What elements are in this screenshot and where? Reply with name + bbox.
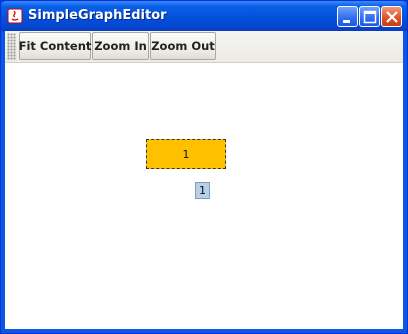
close-button[interactable] [381, 6, 402, 27]
toolbar: Fit Content Zoom In Zoom Out [5, 31, 403, 63]
toolbar-grip[interactable] [7, 33, 16, 60]
maximize-icon [363, 10, 377, 24]
window-bottom-border [1, 329, 407, 333]
app-window: SimpleGraphEditor Fit Content Zoom In Zo… [0, 0, 408, 334]
fit-content-button[interactable]: Fit Content [19, 32, 91, 60]
minimize-icon [343, 20, 350, 23]
close-icon [386, 11, 398, 23]
minimize-button[interactable] [337, 6, 358, 27]
vertex-label: 1 [182, 147, 190, 161]
zoom-in-button[interactable]: Zoom In [92, 32, 149, 60]
vertex-tag-label: 1 [199, 184, 206, 197]
zoom-out-button[interactable]: Zoom Out [150, 32, 216, 60]
graph-vertex[interactable]: 1 [146, 139, 226, 169]
graph-canvas[interactable]: 1 1 [5, 63, 403, 329]
vertex-tag[interactable]: 1 [195, 182, 210, 199]
content-pane: Fit Content Zoom In Zoom Out 1 1 [5, 31, 403, 329]
maximize-button[interactable] [359, 6, 380, 27]
title-bar[interactable]: SimpleGraphEditor [1, 1, 407, 31]
java-app-icon [7, 8, 23, 24]
window-title: SimpleGraphEditor [28, 8, 167, 23]
